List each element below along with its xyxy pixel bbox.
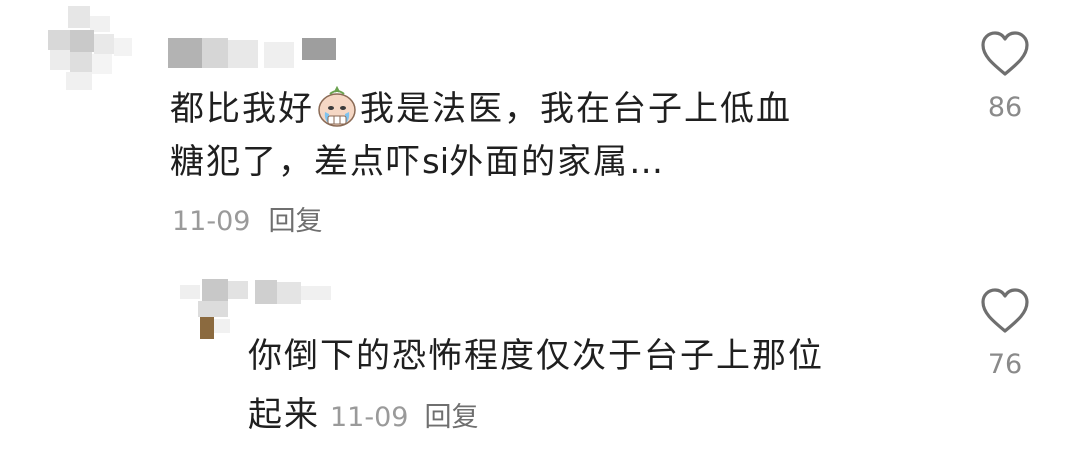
like-button[interactable]: 76 [970, 287, 1040, 380]
comment-text-part: 起来 [248, 395, 320, 435]
reply-button[interactable]: 回复 [424, 402, 478, 433]
comment-text: 起来 11-09 回复 [248, 389, 478, 444]
comment-text: 糖犯了，差点吓si外面的家属… [170, 136, 665, 189]
comment-text-part: 都比我好 [170, 89, 314, 129]
comment-text-part: 我是法医，我在台子上低血 [360, 89, 792, 129]
comment-text-part: 外面的家属… [449, 142, 666, 182]
comment-meta: 11-09 回复 [330, 402, 478, 433]
heart-outline-icon [981, 288, 1029, 333]
username-blurred[interactable] [168, 34, 338, 70]
like-count: 76 [987, 349, 1023, 380]
username-blurred[interactable] [255, 280, 335, 310]
comment-text-part: si [422, 142, 450, 182]
like-count: 86 [987, 92, 1023, 123]
avatar[interactable] [40, 0, 140, 100]
comment-text: 都比我好 我是法医，我在台子上低血 [170, 83, 792, 136]
comment-meta: 11-09 回复 [172, 199, 322, 238]
like-button[interactable]: 86 [970, 30, 1040, 123]
reply-button[interactable]: 回复 [268, 206, 322, 237]
comment-date: 11-09 [172, 206, 251, 237]
crying-face-emoji-icon [318, 86, 356, 127]
avatar[interactable] [180, 275, 250, 345]
comment-text: 你倒下的恐怖程度仅次于台子上那位 [248, 336, 824, 376]
comment-text-part: 糖犯了，差点吓 [170, 142, 422, 182]
heart-outline-icon [981, 31, 1029, 76]
comment-date: 11-09 [330, 402, 409, 433]
